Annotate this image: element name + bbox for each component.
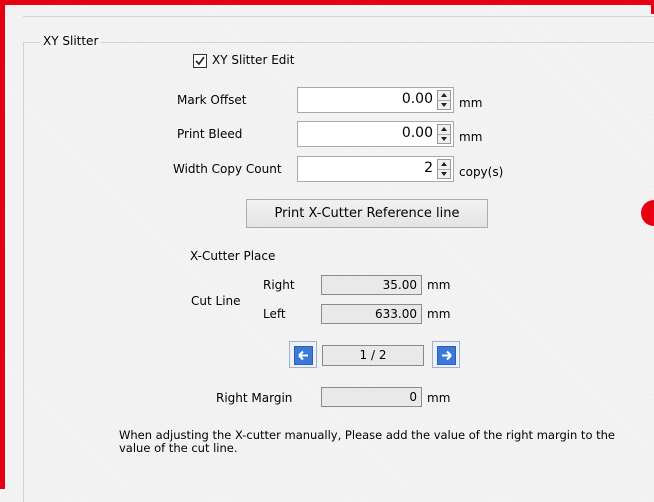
mark-offset-unit: mm [459,96,483,110]
print-bleed-input[interactable]: 0.00 [297,121,454,147]
width-copy-count-value[interactable]: 2 [424,160,433,176]
cut-line-right-field: 35.00 [321,275,422,295]
checkmark-icon [195,56,205,66]
xy-slitter-edit-label[interactable]: XY Slitter Edit [212,53,294,67]
print-bleed-label: Print Bleed [177,127,243,141]
mark-offset-label: Mark Offset [177,93,247,107]
print-bleed-unit: mm [459,130,483,144]
width-copy-count-input[interactable]: 2 [297,156,454,182]
mark-offset-input[interactable]: 0.00 [297,87,454,113]
spin-down-icon[interactable] [438,170,450,179]
arrow-right-icon [437,346,456,365]
print-bleed-spinner[interactable] [437,124,451,144]
page-indicator: 1 / 2 [322,345,424,366]
cut-line-left-unit: mm [427,307,451,321]
arrow-left-icon [294,346,313,365]
spin-up-icon[interactable] [438,125,450,135]
spin-up-icon[interactable] [438,91,450,101]
next-page-button[interactable] [432,341,460,368]
right-margin-field: 0 [321,387,422,407]
previous-page-button[interactable] [289,341,317,368]
cut-line-right-unit: mm [427,278,451,292]
right-margin-unit: mm [427,391,451,405]
spin-up-icon[interactable] [438,160,450,170]
spin-down-icon[interactable] [438,135,450,144]
top-divider [23,16,654,17]
x-cutter-place-label: X-Cutter Place [190,249,276,263]
cut-line-left-label: Left [263,307,286,321]
width-copy-count-spinner[interactable] [437,159,451,179]
xy-slitter-edit-checkbox[interactable] [193,54,207,68]
cut-line-label: Cut Line [191,294,241,308]
spin-down-icon[interactable] [438,101,450,110]
width-copy-count-unit: copy(s) [459,165,504,179]
cut-line-left-field: 633.00 [321,304,422,324]
right-margin-label: Right Margin [216,391,293,405]
print-x-cutter-reference-button[interactable]: Print X-Cutter Reference line [246,199,488,228]
group-title: XY Slitter [40,34,102,48]
mark-offset-value[interactable]: 0.00 [402,91,433,107]
adjustment-note: When adjusting the X-cutter manually, Pl… [119,428,616,455]
width-copy-count-label: Width Copy Count [173,162,282,176]
mark-offset-spinner[interactable] [437,90,451,110]
cut-line-right-label: Right [263,278,295,292]
print-bleed-value[interactable]: 0.00 [402,125,433,141]
